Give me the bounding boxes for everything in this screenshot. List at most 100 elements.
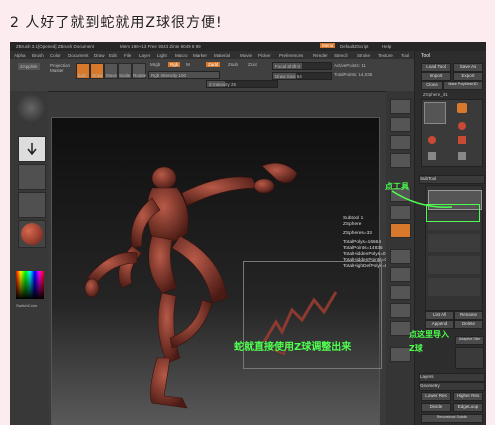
menu-item-movie[interactable]: Movie: [240, 53, 252, 58]
edit-button[interactable]: Edit: [76, 63, 90, 79]
menu-item-draw[interactable]: Draw: [94, 53, 105, 58]
zoom-button[interactable]: [390, 117, 411, 132]
draw-size-slider[interactable]: Draw Size 64: [272, 72, 332, 80]
cyl-icon[interactable]: [428, 152, 436, 160]
zbrush-screenshot: ZBrush 3.1[Opened] ZBrush Document Mem 1…: [10, 42, 486, 425]
list-all-button[interactable]: List All: [425, 311, 454, 320]
z-intensity-slider[interactable]: Z Intensity 25: [206, 80, 278, 88]
polymesh3d-icon[interactable]: [458, 136, 466, 144]
menu-item-texture[interactable]: Texture: [378, 53, 393, 58]
polyf-button[interactable]: [390, 347, 411, 362]
help-button[interactable]: Help: [382, 44, 391, 49]
menu-item-stroke[interactable]: Stroke: [357, 53, 370, 58]
projection-master-button[interactable]: Projection Master: [50, 63, 74, 73]
subtool-header[interactable]: SubTool: [419, 175, 485, 184]
actual-button[interactable]: [390, 135, 411, 150]
append-button[interactable]: Append: [425, 320, 454, 329]
tool-thumb-zsphere[interactable]: [424, 102, 446, 124]
top-toolbar: ZApplink Projection Master Edit Draw Mov…: [10, 59, 414, 92]
xyz-button[interactable]: [390, 249, 411, 264]
scale-view-button[interactable]: [390, 303, 411, 318]
divide-button[interactable]: Divide: [421, 403, 451, 412]
menu-item-stencil[interactable]: Stencil: [334, 53, 348, 58]
reconstruct-subdiv-button[interactable]: Reconstruct Subdiv: [421, 414, 483, 423]
rgb-button[interactable]: Rgb: [168, 62, 181, 67]
menu-item-edit[interactable]: Edit: [109, 53, 117, 58]
stroke-icon[interactable]: [18, 136, 46, 162]
menu-item-picker[interactable]: Picker: [258, 53, 271, 58]
brush-icon[interactable]: [16, 93, 46, 123]
menu-item-render[interactable]: Render: [313, 53, 328, 58]
alpha-icon[interactable]: [18, 164, 46, 190]
skin-preview[interactable]: [455, 347, 484, 369]
rgb-intensity-slider[interactable]: Rgb Intensity 100: [148, 71, 220, 79]
subtool-slot[interactable]: [428, 278, 480, 296]
menu-item-macro[interactable]: Macro: [175, 53, 188, 58]
move-view-button[interactable]: [390, 285, 411, 300]
rotate-button[interactable]: Rotate: [132, 63, 146, 79]
color-picker[interactable]: [16, 271, 44, 299]
zcut-button[interactable]: Zcut: [248, 62, 257, 67]
subtool-slot[interactable]: [428, 234, 480, 252]
load-tool-button[interactable]: Load Tool: [421, 63, 451, 72]
frame-button[interactable]: [390, 267, 411, 282]
menu-item-alpha[interactable]: Alpha: [14, 53, 26, 58]
menu-item-light[interactable]: Light: [157, 53, 167, 58]
draw-button[interactable]: Draw: [90, 63, 104, 79]
local-button[interactable]: [390, 223, 411, 238]
import-button[interactable]: Import: [421, 72, 451, 81]
higher-res-button[interactable]: Higher Res: [453, 392, 483, 401]
menu-item-tool[interactable]: Tool: [401, 53, 409, 58]
sphere3d-icon[interactable]: [458, 122, 466, 130]
zapplink-button[interactable]: ZApplink: [18, 63, 40, 70]
annotation-import: 点这里导入: [409, 330, 449, 339]
scroll-button[interactable]: [390, 99, 411, 114]
save-as-button[interactable]: Save As: [453, 63, 483, 72]
menu-item-brush[interactable]: Brush: [32, 53, 44, 58]
menu-item-marker[interactable]: Marker: [193, 53, 207, 58]
zsphere-icon[interactable]: [428, 136, 436, 144]
move-button[interactable]: Move: [104, 63, 118, 79]
page-heading: 2 人好了就到蛇就用Z球很方便!: [10, 15, 223, 31]
default-script-button[interactable]: DefaultZScript: [340, 44, 369, 49]
switch-color-label[interactable]: SwitchColor: [16, 303, 37, 308]
clone-button[interactable]: Clone: [421, 81, 443, 90]
m-button[interactable]: M: [186, 62, 190, 67]
annotation-highlight-box: [426, 204, 480, 222]
window-title: ZBrush 3.1[Opened] ZBrush Document: [16, 44, 95, 49]
rotate-view-button[interactable]: [390, 321, 411, 336]
layers-header[interactable]: Layers: [419, 373, 485, 382]
edgeloop-button[interactable]: EdgeLoop: [453, 403, 483, 412]
menu-item-color[interactable]: Color: [50, 53, 61, 58]
export-button[interactable]: Export: [453, 72, 483, 81]
adaptive-skin-button[interactable]: Adaptive Skin: [455, 336, 484, 345]
pm3d-cyl-icon[interactable]: [458, 152, 466, 160]
delete-button[interactable]: Delete: [454, 320, 483, 329]
material-icon[interactable]: [18, 220, 46, 248]
scale-button[interactable]: Scale: [118, 63, 132, 79]
menu-button[interactable]: Menu: [320, 43, 336, 48]
lower-res-button[interactable]: Lower Res: [421, 392, 451, 401]
menu-item-document[interactable]: Document: [68, 53, 89, 58]
rename-button[interactable]: Rename: [454, 311, 483, 320]
tool-panel: Tool Load Tool Save As Import Export Clo…: [414, 51, 486, 425]
tool-panel-title: Tool: [421, 53, 431, 59]
simplebrush-icon[interactable]: [457, 103, 467, 113]
menu-item-file[interactable]: File: [124, 53, 131, 58]
geometry-header[interactable]: Geometry: [419, 382, 485, 391]
menu-item-material[interactable]: Material: [214, 53, 230, 58]
mrgb-button[interactable]: Mrgb: [150, 62, 160, 67]
focal-shift-slider[interactable]: Focal Shift 0: [272, 62, 332, 70]
zsub-button[interactable]: Zsub: [228, 62, 238, 67]
subtool-slot[interactable]: [428, 256, 480, 274]
menu-item-layer[interactable]: Layer: [139, 53, 150, 58]
aahalf-button[interactable]: [390, 153, 411, 168]
current-tool-name: ZSphere_31: [423, 92, 448, 97]
texture-icon[interactable]: [18, 192, 46, 218]
menu-item-preferences[interactable]: Preferences: [279, 53, 303, 58]
make-polymesh-button[interactable]: Make PolyMesh3D: [443, 81, 483, 90]
annotation-snake-caption: 蛇就直接使用Z球调整出来: [234, 342, 352, 353]
total-points-readout: TotalPoints: 14,035: [334, 72, 373, 77]
zadd-button[interactable]: Zadd: [206, 62, 221, 67]
memory-stats: Mem 196+13 Free 3043 Zinte 8049 8 99: [120, 44, 201, 49]
